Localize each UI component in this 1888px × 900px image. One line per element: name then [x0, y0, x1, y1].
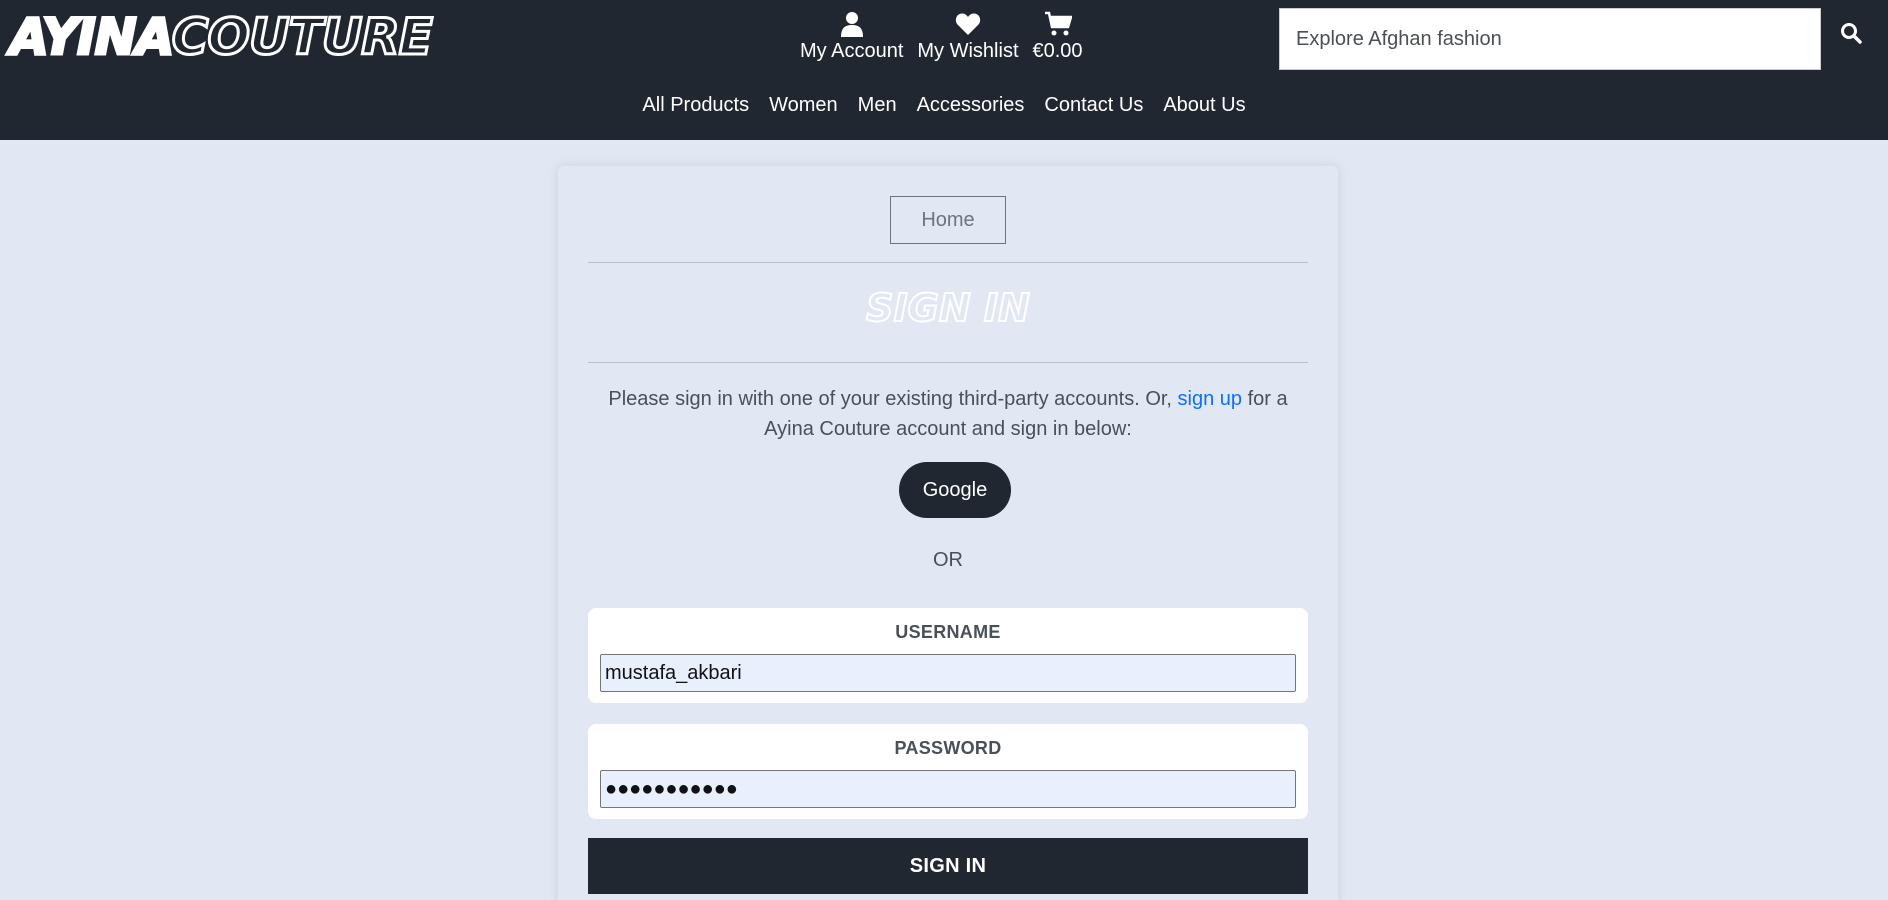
- site-header: AYINACOUTURE My Account My Wishlist €0.0…: [0, 0, 1888, 140]
- search-button[interactable]: [1836, 18, 1866, 48]
- or-separator: OR: [933, 549, 963, 571]
- logo-text-a: AYINA: [9, 7, 175, 68]
- intro-text-before: Please sign in with one of your existing…: [608, 388, 1178, 410]
- username-input[interactable]: [600, 654, 1296, 692]
- my-account-link[interactable]: My Account: [800, 10, 903, 70]
- account-links: My Account My Wishlist €0.00: [800, 10, 1083, 70]
- signin-submit-button[interactable]: SIGN IN: [588, 838, 1308, 894]
- home-button[interactable]: Home: [890, 196, 1006, 244]
- cart-icon: [1044, 10, 1072, 38]
- my-wishlist-label: My Wishlist: [917, 40, 1019, 62]
- nav-accessories[interactable]: Accessories: [907, 92, 1035, 118]
- heart-icon: [954, 10, 982, 38]
- password-field-group: PASSWORD: [588, 724, 1308, 819]
- search-box: [1279, 8, 1821, 70]
- nav-contact-us[interactable]: Contact Us: [1034, 92, 1153, 118]
- search-icon: [1841, 23, 1862, 44]
- cart-link[interactable]: €0.00: [1033, 10, 1083, 70]
- page-title: SIGN IN: [865, 285, 1031, 331]
- main-nav: All Products Women Men Accessories Conta…: [0, 92, 1888, 118]
- search-input[interactable]: [1296, 27, 1804, 51]
- nav-all-products[interactable]: All Products: [632, 92, 759, 118]
- my-account-label: My Account: [800, 40, 904, 62]
- nav-women[interactable]: Women: [759, 92, 848, 118]
- logo-text-b: COUTURE: [170, 7, 434, 68]
- password-input[interactable]: [600, 770, 1296, 808]
- nav-men[interactable]: Men: [848, 92, 907, 118]
- my-wishlist-link[interactable]: My Wishlist: [917, 10, 1019, 70]
- user-icon: [838, 10, 866, 38]
- signup-link[interactable]: sign up: [1178, 388, 1243, 410]
- divider: [588, 362, 1308, 363]
- nav-about-us[interactable]: About Us: [1153, 92, 1255, 118]
- signin-intro: Please sign in with one of your existing…: [588, 384, 1308, 444]
- signin-card: Home SIGN IN Please sign in with one of …: [558, 166, 1338, 900]
- divider: [588, 262, 1308, 263]
- site-logo[interactable]: AYINACOUTURE: [9, 7, 435, 68]
- google-signin-button[interactable]: Google: [899, 462, 1011, 518]
- password-label: PASSWORD: [894, 738, 1002, 758]
- username-field-group: USERNAME: [588, 608, 1308, 703]
- username-label: USERNAME: [895, 622, 1001, 642]
- cart-total: €0.00: [1032, 40, 1083, 62]
